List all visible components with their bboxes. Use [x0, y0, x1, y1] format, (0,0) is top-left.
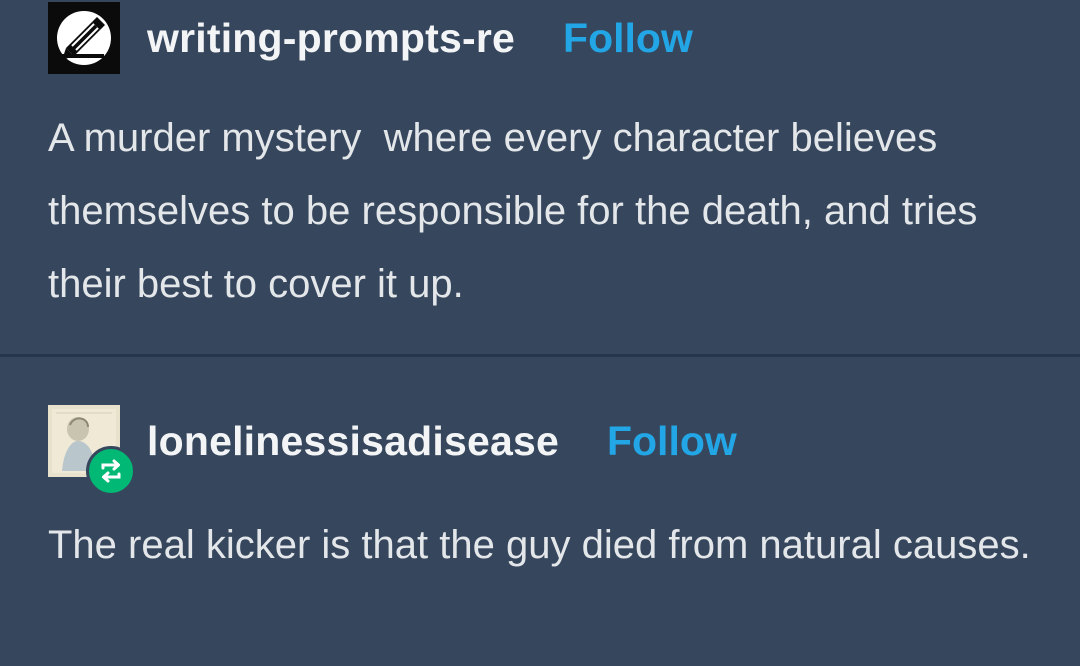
avatar[interactable] — [48, 2, 120, 74]
pen-writing-icon — [48, 2, 120, 74]
avatar[interactable] — [48, 405, 136, 496]
username[interactable]: writing-prompts-re — [147, 15, 515, 62]
follow-button[interactable]: Follow — [563, 15, 693, 62]
post-header: lonelinessisadisease Follow — [48, 405, 737, 496]
post-body-text: The real kicker is that the guy died fro… — [48, 523, 1031, 567]
post-body-text: A murder mystery where every character b… — [48, 116, 989, 306]
divider — [0, 354, 1080, 357]
reblog-icon — [101, 459, 121, 483]
post-header: writing-prompts-re Follow — [48, 2, 693, 74]
reblog-badge — [86, 446, 136, 496]
follow-button[interactable]: Follow — [607, 418, 737, 465]
username[interactable]: lonelinessisadisease — [147, 418, 559, 465]
